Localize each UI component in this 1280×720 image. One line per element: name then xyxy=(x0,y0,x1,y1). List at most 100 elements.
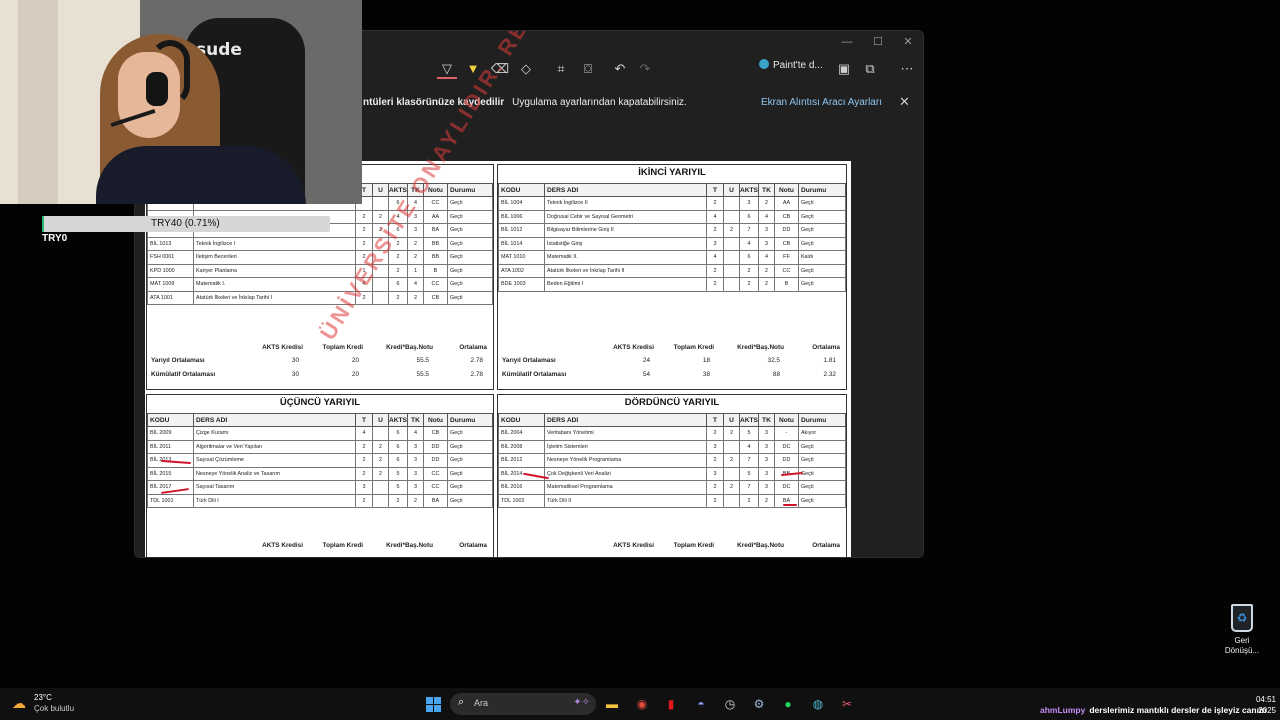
summary-value: 2.78 xyxy=(470,357,483,365)
summary-label: Kümülatif Ortalaması xyxy=(502,370,567,378)
table-cell: BB xyxy=(422,250,448,265)
table-cell: 3 xyxy=(406,480,424,495)
table-cell: 2 xyxy=(706,277,724,292)
summary-header: Ortalama xyxy=(459,542,487,549)
system-clock[interactable]: 04:51 2025 xyxy=(1236,694,1276,716)
redo-icon[interactable]: ↷ xyxy=(635,59,655,79)
more-options-icon[interactable]: ⋯ xyxy=(897,59,917,79)
table-cell: 6 xyxy=(388,453,408,468)
column-header: TK xyxy=(757,183,775,197)
table-cell: 2 xyxy=(355,209,373,224)
summary-value: 55.5 xyxy=(416,370,429,378)
globe-app-icon[interactable]: ◍ xyxy=(809,695,827,713)
steam-icon[interactable]: ⚙ xyxy=(750,695,768,713)
weather-temperature: 23°C xyxy=(34,693,52,702)
table-cell: Geçti xyxy=(797,277,847,292)
recycle-bin-shortcut[interactable]: ♻ Geri Dönüşü... xyxy=(1220,604,1264,656)
chrome-icon[interactable]: ◉ xyxy=(633,695,651,713)
table-cell: 4 xyxy=(757,250,775,265)
red-app-icon[interactable]: ▮ xyxy=(662,695,680,713)
table-row: BİL 2009 Çizge Kuramı 4 6 4 CB Geçti xyxy=(147,426,494,441)
table-cell: 1 xyxy=(406,263,424,278)
recycle-bin-icon: ♻ xyxy=(1231,604,1253,632)
snipping-tool-taskbar-icon[interactable]: ✂ xyxy=(838,695,856,713)
table-cell: Sayısal Çözümleme xyxy=(193,453,356,468)
third-semester-title: ÜÇÜNCÜ YARIYIL xyxy=(279,397,361,408)
table-cell xyxy=(723,263,740,278)
shapes-icon[interactable]: ◇ xyxy=(516,59,536,79)
column-header: KODU xyxy=(498,183,545,197)
table-cell: 4 xyxy=(706,250,724,265)
undo-icon[interactable]: ↶ xyxy=(610,59,630,79)
table-cell: BİL 2011 xyxy=(147,439,194,454)
summary-value: 30 xyxy=(291,370,299,378)
table-cell: 6 xyxy=(739,250,759,265)
summary-row: Kümülatif Ortalaması 30 20 55.5 2.78 xyxy=(147,368,493,382)
summary-value: 55.5 xyxy=(416,357,429,365)
column-header: U xyxy=(723,413,740,427)
table-cell xyxy=(723,439,740,454)
summary-header: AKTS Kredisi xyxy=(613,542,654,549)
table-cell: Geçti xyxy=(797,223,847,238)
summary-header: Ortalama xyxy=(812,542,840,549)
summary-label: Yarıyıl Ortalaması xyxy=(502,357,556,365)
fourth-semester-table: KODU DERS ADI T U AKTS TK Notu Durumu BİL 2004 V… xyxy=(498,413,847,508)
table-cell: 4 xyxy=(739,439,759,454)
minimize-icon[interactable]: — xyxy=(832,33,862,51)
table-cell: 3 xyxy=(757,223,775,238)
clock-app-icon[interactable]: ◷ xyxy=(721,695,739,713)
table-cell: Atatürk İlkeleri ve İnkılap Tarihi II xyxy=(544,263,707,278)
table-cell: BA xyxy=(422,493,448,508)
summary-header: Toplam Kredi xyxy=(322,542,363,549)
file-explorer-icon[interactable]: ▬ xyxy=(603,695,621,713)
table-cell: Geçti xyxy=(446,493,494,508)
table-cell: TDL 1002 xyxy=(498,493,545,508)
table-row: ATA 1001 Atatürk İlkeleri ve İnkılap Tari… xyxy=(147,290,494,305)
close-icon[interactable]: ✕ xyxy=(893,33,923,51)
table-cell: Geçti xyxy=(797,466,847,481)
table-cell: Bilgisayar Bilimlerine Giriş II xyxy=(544,223,707,238)
notice-close-icon[interactable]: ✕ xyxy=(899,94,910,110)
table-cell: 2 xyxy=(372,453,389,468)
table-cell: 2 xyxy=(388,263,408,278)
table-row: BİL 1014 İstatistiğe Giriş 3 4 3 CB Geçti xyxy=(498,236,847,251)
table-cell xyxy=(372,493,389,508)
summary-label: Kümülatif Ortalaması xyxy=(151,370,216,378)
table-cell: 3 xyxy=(406,466,424,481)
save-icon[interactable]: ▣ xyxy=(834,59,854,79)
table-cell xyxy=(723,196,740,211)
column-header: Notu xyxy=(422,413,448,427)
table-cell: Beden Eğitimi I xyxy=(544,277,707,292)
table-cell: ATA 1002 xyxy=(498,263,545,278)
column-header: Notu xyxy=(773,413,799,427)
text-actions-icon[interactable]: ⌼ xyxy=(578,59,598,79)
taskbar: ☁ 23°C Çok bulutlu ⌕ Ara ✦✧ ▬ ◉ ▮ ◓ ◷ ⚙ … xyxy=(0,688,1280,720)
start-button[interactable] xyxy=(426,697,441,712)
partly-cloudy-icon: ☁ xyxy=(12,695,26,711)
column-header: U xyxy=(372,413,389,427)
table-cell: 2 xyxy=(355,493,373,508)
table-cell: 6 xyxy=(739,209,759,224)
table-cell: BİL 1006 xyxy=(498,209,545,224)
taskbar-search[interactable]: ⌕ Ara ✦✧ xyxy=(450,693,596,715)
table-cell: AA xyxy=(773,196,799,211)
second-semester-table: KODU DERS ADI T U AKTS TK Notu Durumu BİL 1004 T… xyxy=(498,183,847,292)
summary-header: AKTS Kredisi xyxy=(262,542,303,549)
table-cell: 3 xyxy=(739,196,759,211)
discord-icon[interactable]: ◓ xyxy=(692,695,710,713)
copy-icon[interactable]: ⧉ xyxy=(860,59,880,79)
open-in-paint-button[interactable]: Paint'te d... xyxy=(759,59,823,71)
table-cell: Geçti xyxy=(446,223,494,238)
table-row: BİL 1006 Doğrusal Cebir ve Sayısal Geomet… xyxy=(498,209,847,224)
table-cell: 3 xyxy=(406,453,424,468)
column-header: Durumu xyxy=(797,413,847,427)
table-cell: Geçti xyxy=(446,277,494,292)
table-cell: 4 xyxy=(739,236,759,251)
ballpoint-pen-icon[interactable]: ▽ xyxy=(437,59,457,79)
maximize-icon[interactable]: ☐ xyxy=(863,33,893,51)
summary-value: 88 xyxy=(772,370,780,378)
table-cell: 2 xyxy=(355,439,373,454)
spotify-icon[interactable]: ● xyxy=(779,695,797,713)
crop-icon[interactable]: ⌗ xyxy=(551,59,571,79)
settings-link[interactable]: Ekran Alıntısı Aracı Ayarları xyxy=(761,97,882,108)
